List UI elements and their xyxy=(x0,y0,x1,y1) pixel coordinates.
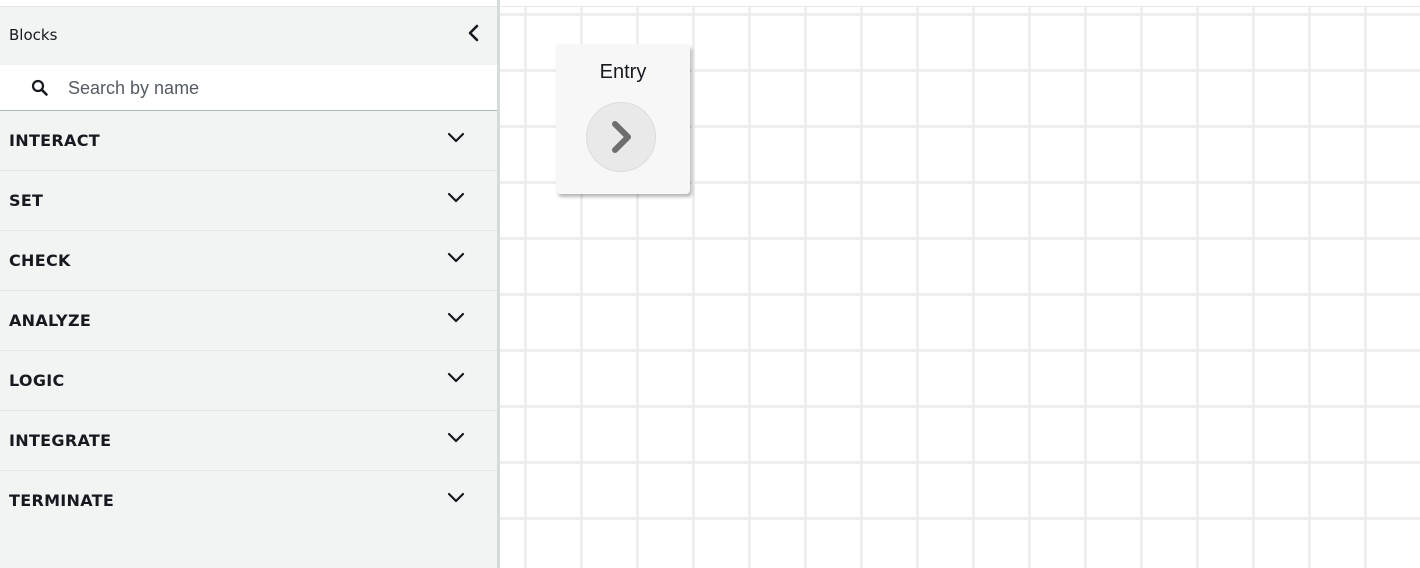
blocks-sidebar: Blocks INTERACT SET xyxy=(0,0,500,568)
category-label: INTERACT xyxy=(9,131,100,150)
chevron-down-icon xyxy=(447,192,465,203)
category-integrate[interactable]: INTEGRATE xyxy=(0,411,497,471)
entry-output-port[interactable] xyxy=(586,102,656,172)
category-label: LOGIC xyxy=(9,371,65,390)
category-label: ANALYZE xyxy=(9,311,92,330)
chevron-down-icon xyxy=(447,372,465,383)
chevron-down-icon xyxy=(447,432,465,443)
flow-canvas[interactable]: Entry xyxy=(500,0,1420,568)
category-logic[interactable]: LOGIC xyxy=(0,351,497,411)
category-set[interactable]: SET xyxy=(0,171,497,231)
category-label: CHECK xyxy=(9,251,71,270)
canvas-top-divider xyxy=(500,0,1420,7)
category-check[interactable]: CHECK xyxy=(0,231,497,291)
chevron-down-icon xyxy=(447,492,465,503)
entry-block-title: Entry xyxy=(599,61,647,83)
search-box xyxy=(0,65,497,111)
category-terminate[interactable]: TERMINATE xyxy=(0,471,497,530)
category-analyze[interactable]: ANALYZE xyxy=(0,291,497,351)
block-categories: INTERACT SET CHECK ANALYZE LOGIC INTEGRA… xyxy=(0,111,497,530)
chevron-down-icon xyxy=(447,252,465,263)
search-input[interactable] xyxy=(68,74,478,102)
chevron-down-icon xyxy=(447,132,465,143)
chevron-down-icon xyxy=(447,312,465,323)
category-interact[interactable]: INTERACT xyxy=(0,111,497,171)
entry-block[interactable]: Entry xyxy=(556,44,690,194)
contact-flow-designer: Blocks INTERACT SET xyxy=(0,0,1420,568)
chevron-right-icon xyxy=(612,121,631,153)
category-label: INTEGRATE xyxy=(9,431,112,450)
sidebar-header: Blocks xyxy=(0,7,497,65)
collapse-sidebar-button[interactable] xyxy=(462,21,486,45)
chevron-left-icon xyxy=(468,24,479,42)
category-label: TERMINATE xyxy=(9,491,115,510)
sidebar-top-divider xyxy=(0,0,497,7)
category-label: SET xyxy=(9,191,44,210)
sidebar-title: Blocks xyxy=(9,26,58,44)
search-icon xyxy=(31,79,48,96)
